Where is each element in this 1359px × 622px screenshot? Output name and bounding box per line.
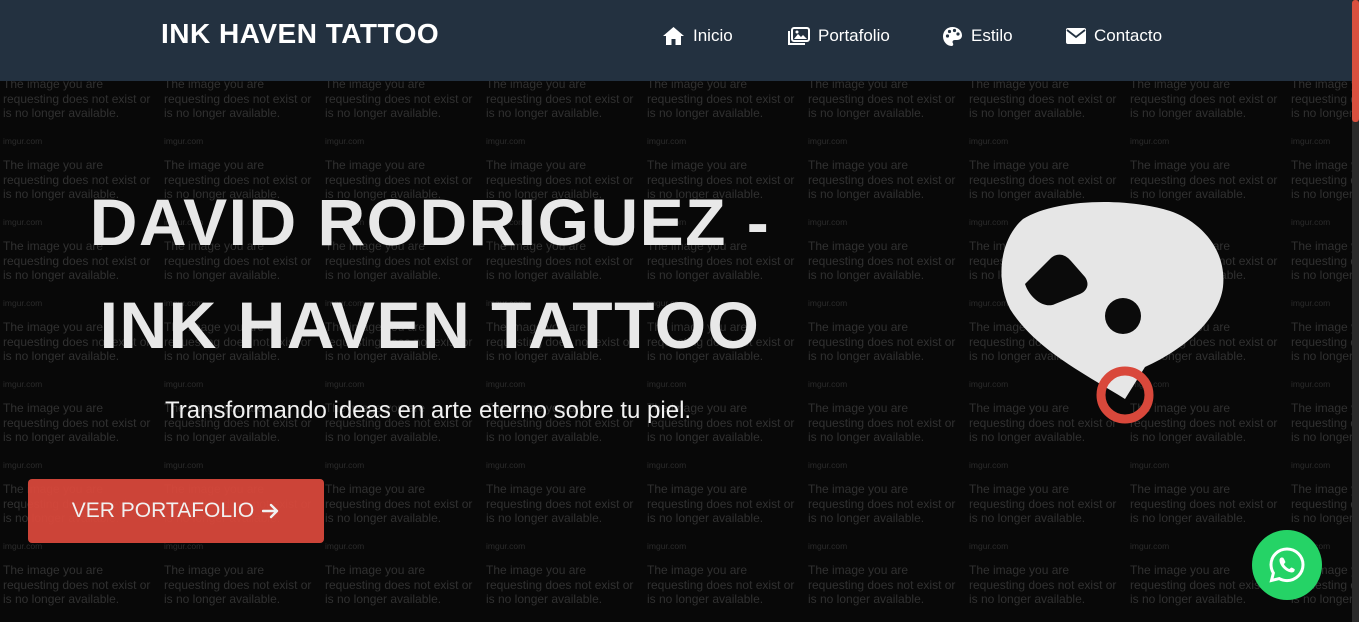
nav-item-estilo[interactable]: Estilo — [942, 24, 1013, 48]
top-navbar: INK HAVEN TATTOO Inicio Portafolio Estil… — [0, 0, 1352, 81]
brand-logo-text[interactable]: INK HAVEN TATTOO — [161, 18, 439, 50]
broken-image-icon — [1001, 201, 1224, 424]
nav-label-estilo: Estilo — [971, 26, 1013, 45]
view-portfolio-button[interactable]: VER PORTAFOLIO — [28, 479, 324, 543]
arrow-right-icon — [262, 503, 280, 519]
nav-item-portafolio[interactable]: Portafolio — [788, 24, 890, 48]
images-icon — [788, 27, 810, 45]
hero-title-line2: INK HAVEN TATTOO — [99, 288, 761, 362]
home-icon — [662, 26, 685, 46]
nav-label-portafolio: Portafolio — [818, 26, 890, 45]
whatsapp-button[interactable] — [1252, 530, 1322, 600]
whatsapp-icon — [1269, 547, 1305, 583]
nav-item-contacto[interactable]: Contacto — [1066, 24, 1162, 48]
hero-title: DAVID RODRIGUEZ - INK HAVEN TATTOO — [70, 171, 790, 377]
nav-item-inicio[interactable]: Inicio — [662, 24, 733, 48]
nav-label-contacto: Contacto — [1094, 26, 1163, 45]
scrollbar-thumb[interactable] — [1352, 0, 1359, 122]
palette-icon — [942, 26, 963, 47]
hero-title-line1: DAVID RODRIGUEZ - — [89, 185, 771, 259]
hero-section: The image you are requesting does not ex… — [0, 81, 1352, 622]
cta-label: VER PORTAFOLIO — [71, 499, 255, 522]
envelope-icon — [1066, 28, 1086, 44]
hero-subtitle: Transformando ideas en arte eterno sobre… — [165, 397, 692, 424]
nav-label-inicio: Inicio — [693, 26, 733, 45]
